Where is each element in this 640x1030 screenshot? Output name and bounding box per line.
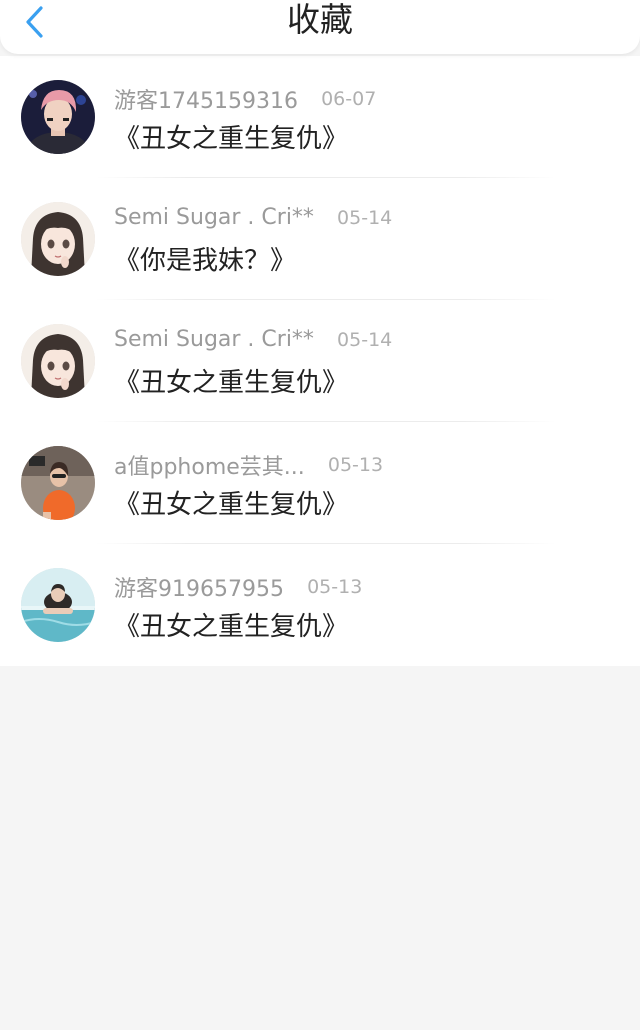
- username: Semi Sugar . Cri**: [114, 327, 314, 352]
- page-title: 收藏: [287, 0, 353, 39]
- favorites-list: 游客1745159316 06-07 《丑女之重生复仇》 Semi Sugar …: [0, 56, 640, 666]
- top-nav-bar: 收藏: [0, 0, 640, 54]
- item-meta: 游客1745159316 06-07: [114, 83, 377, 114]
- username: 游客919657955: [114, 577, 284, 602]
- book-title[interactable]: 《你是我妹？》: [114, 240, 296, 277]
- book-title[interactable]: 《丑女之重生复仇》: [114, 362, 348, 399]
- username: 游客1745159316: [114, 89, 298, 114]
- username: a值pphome芸其...: [114, 455, 305, 480]
- book-title[interactable]: 《丑女之重生复仇》: [114, 118, 348, 155]
- date: 05-14: [337, 328, 393, 351]
- list-item[interactable]: 游客919657955 05-13 《丑女之重生复仇》: [0, 544, 640, 666]
- book-title[interactable]: 《丑女之重生复仇》: [114, 484, 348, 521]
- item-meta: Semi Sugar . Cri** 05-14: [114, 327, 392, 357]
- item-meta: a值pphome芸其... 05-13: [114, 449, 384, 480]
- date: 05-14: [337, 206, 393, 229]
- item-meta: 游客919657955 05-13: [114, 571, 363, 602]
- date: 05-13: [327, 454, 384, 476]
- list-item[interactable]: 游客1745159316 06-07 《丑女之重生复仇》: [0, 56, 640, 178]
- date: 06-07: [321, 88, 377, 110]
- avatar[interactable]: [21, 202, 95, 276]
- avatar[interactable]: [21, 446, 95, 520]
- list-item[interactable]: Semi Sugar . Cri** 05-14 《丑女之重生复仇》: [0, 300, 640, 422]
- date: 05-13: [307, 576, 363, 598]
- item-meta: Semi Sugar . Cri** 05-14: [114, 205, 392, 235]
- book-title[interactable]: 《丑女之重生复仇》: [114, 606, 348, 643]
- avatar[interactable]: [21, 324, 95, 398]
- avatar[interactable]: [21, 568, 95, 642]
- list-item[interactable]: Semi Sugar . Cri** 05-14 《你是我妹？》: [0, 178, 640, 300]
- avatar[interactable]: [21, 80, 95, 154]
- username: Semi Sugar . Cri**: [114, 205, 314, 230]
- list-item[interactable]: a值pphome芸其... 05-13 《丑女之重生复仇》: [0, 422, 640, 544]
